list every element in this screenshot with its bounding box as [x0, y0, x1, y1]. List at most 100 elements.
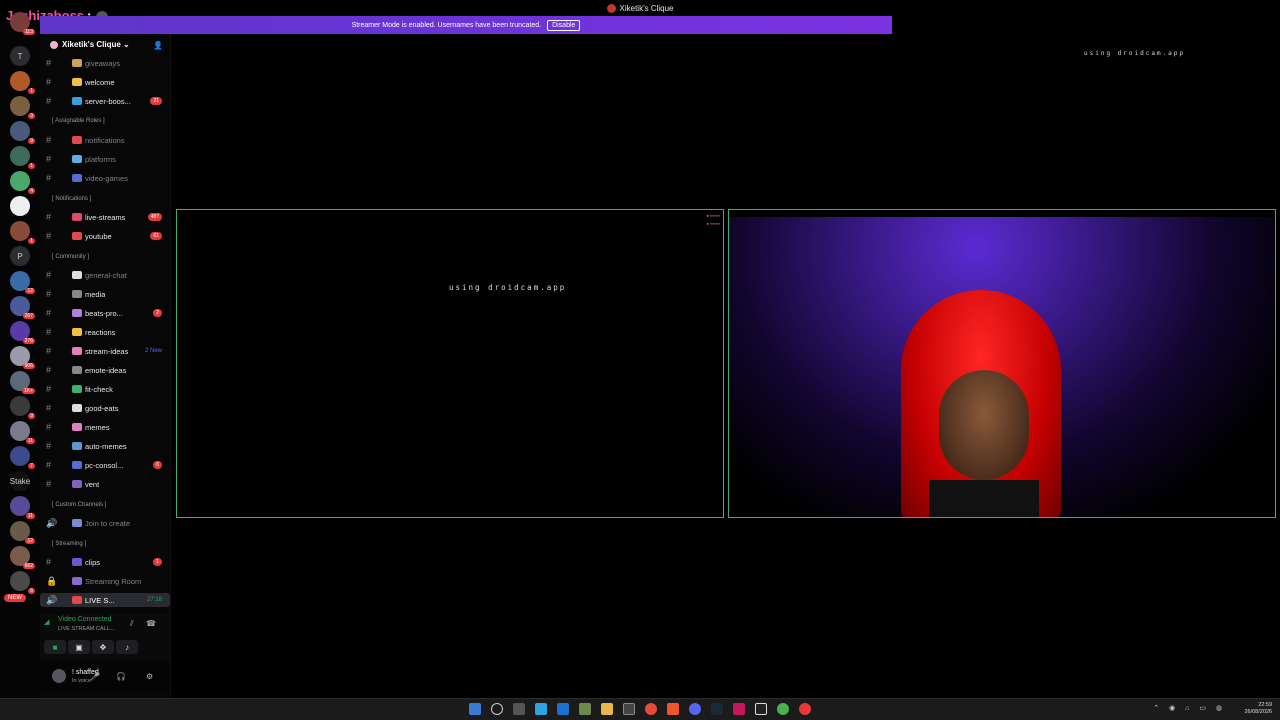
channel-item[interactable]: # welcome: [40, 75, 170, 89]
channel-item[interactable]: # good-eats: [40, 401, 170, 415]
channel-item[interactable]: # emote-ideas: [40, 363, 170, 377]
app-icon[interactable]: [799, 703, 811, 715]
channel-item[interactable]: # clips 1: [40, 555, 170, 569]
server-icon[interactable]: 12: [10, 271, 35, 294]
app-icon[interactable]: [579, 703, 591, 715]
speaker-icon: 🔊: [46, 517, 58, 528]
server-icon[interactable]: 267: [10, 296, 35, 319]
server-icon[interactable]: 1K+: [10, 371, 35, 394]
channel-item[interactable]: 🔊 Join to create: [40, 516, 170, 530]
server-icon[interactable]: 9: [10, 396, 35, 419]
search-icon[interactable]: [491, 703, 503, 715]
app-icon[interactable]: [733, 703, 745, 715]
noise-suppression-icon[interactable]: ⫽: [130, 619, 134, 629]
activities-button[interactable]: ✥: [92, 640, 114, 654]
server-icon[interactable]: 1: [10, 146, 35, 169]
tiktok-icon[interactable]: [755, 703, 767, 715]
server-icon[interactable]: 11: [10, 421, 35, 444]
disable-streamer-mode-button[interactable]: Disable: [547, 19, 581, 31]
server-icon[interactable]: Stake: [10, 471, 30, 491]
camera-button[interactable]: ■: [44, 640, 66, 654]
share-screen-button[interactable]: ▣: [68, 640, 90, 654]
server-icon[interactable]: [10, 196, 30, 216]
invite-people-icon[interactable]: 👤: [153, 41, 163, 50]
server-icon[interactable]: 3: [10, 96, 35, 119]
server-name-header[interactable]: Xiketik's Clique ⌄: [50, 40, 130, 49]
edge-icon[interactable]: [557, 703, 569, 715]
chrome-icon[interactable]: [645, 703, 657, 715]
channel-item[interactable]: # video-games: [40, 171, 170, 185]
channel-item[interactable]: # vent: [40, 477, 170, 491]
chrome-icon[interactable]: [777, 703, 789, 715]
server-icon[interactable]: 6: [10, 571, 35, 594]
obs-icon[interactable]: [623, 703, 635, 715]
server-icon[interactable]: 12: [10, 521, 35, 544]
channel-item[interactable]: 🔊 LIVE S... 27:18: [40, 593, 170, 607]
channel-item[interactable]: # beats-pro... 2: [40, 306, 170, 320]
steam-icon[interactable]: [711, 703, 723, 715]
soundboard-button[interactable]: ♪: [116, 640, 138, 654]
channel-item[interactable]: # server-boos... 21: [40, 94, 170, 108]
voice-channel-name[interactable]: LIVE STREAM CALL...: [58, 626, 114, 632]
server-icon[interactable]: 1: [10, 71, 35, 94]
system-tray-icons[interactable]: ⌃ ◉ ⌂ ▭ ◍: [1153, 704, 1226, 712]
clock-date: 26/08/2026: [1244, 709, 1272, 715]
server-mention-count: 662: [22, 563, 35, 569]
windows-start-icon[interactable]: [469, 703, 481, 715]
channel-item[interactable]: # notifications: [40, 133, 170, 147]
video-tile-camera[interactable]: [728, 209, 1276, 518]
server-icon[interactable]: 113: [10, 12, 35, 35]
server-icon[interactable]: P: [10, 246, 30, 266]
server-icon[interactable]: T: [10, 46, 30, 66]
channel-item[interactable]: # media: [40, 287, 170, 301]
category-assignable-roles[interactable]: [ Assignable Roles ]: [52, 118, 105, 124]
channel-item[interactable]: # live-streams 487: [40, 210, 170, 224]
category-community[interactable]: [ Community ]: [52, 254, 89, 260]
channel-item[interactable]: # reactions: [40, 325, 170, 339]
channel-item[interactable]: # platforms: [40, 152, 170, 166]
user-status: In voice: [72, 678, 91, 684]
signal-icon[interactable]: ◢: [44, 618, 49, 626]
server-icon[interactable]: 7: [10, 446, 35, 469]
task-view-icon[interactable]: [513, 703, 525, 715]
category-streaming[interactable]: [ Streaming ]: [52, 541, 86, 547]
clock-time: 22:59: [1258, 702, 1272, 708]
channel-item[interactable]: # pc-consol... 6: [40, 458, 170, 472]
disconnect-icon[interactable]: ☎: [146, 619, 156, 628]
unread-badge: 21: [150, 97, 162, 105]
channel-item[interactable]: 🔒 Streaming Room: [40, 574, 170, 588]
channel-emoji-icon: [72, 423, 82, 431]
server-icon[interactable]: 9: [10, 121, 35, 144]
server-icon[interactable]: 276: [10, 321, 35, 344]
server-icon[interactable]: 4: [10, 171, 35, 194]
channel-item[interactable]: # youtube 61: [40, 229, 170, 243]
category-custom-channels[interactable]: [ Custom Channels ]: [52, 502, 106, 508]
channel-name: beats-pro...: [85, 308, 123, 318]
channel-item[interactable]: # stream-ideas 2 New: [40, 344, 170, 358]
gear-icon[interactable]: ⚙: [146, 672, 153, 681]
clock[interactable]: 22:59 26/08/2026: [1244, 702, 1272, 716]
server-icon[interactable]: 662: [10, 546, 35, 569]
channel-emoji-icon: [72, 136, 82, 144]
server-icon[interactable]: 11: [10, 496, 35, 519]
brave-icon[interactable]: [667, 703, 679, 715]
headphones-icon[interactable]: 🎧: [116, 672, 126, 681]
channel-item[interactable]: # memes: [40, 420, 170, 434]
avatar[interactable]: [52, 669, 66, 683]
channel-name: good-eats: [85, 403, 119, 413]
file-explorer-icon[interactable]: [601, 703, 613, 715]
server-mention-count: 276: [22, 338, 35, 344]
microphone-icon[interactable]: 🎤: [90, 672, 100, 681]
server-icon[interactable]: 906: [10, 346, 35, 369]
server-icon[interactable]: 1: [10, 221, 35, 244]
channel-item[interactable]: # auto-memes: [40, 439, 170, 453]
discord-icon[interactable]: [689, 703, 701, 715]
channel-item[interactable]: # fit-check: [40, 382, 170, 396]
copilot-icon[interactable]: [535, 703, 547, 715]
unread-badge: 2: [153, 309, 162, 317]
channel-emoji-icon: [72, 519, 82, 527]
category-notifications[interactable]: [ Notifications ]: [52, 196, 91, 202]
channel-item[interactable]: # general-chat: [40, 268, 170, 282]
channel-item[interactable]: # giveaways: [40, 56, 170, 70]
video-tile-screen[interactable]: using droidcam.app ● ▪▪▪▪▪▪▪ ● ▪▪▪▪▪▪▪: [176, 209, 724, 518]
